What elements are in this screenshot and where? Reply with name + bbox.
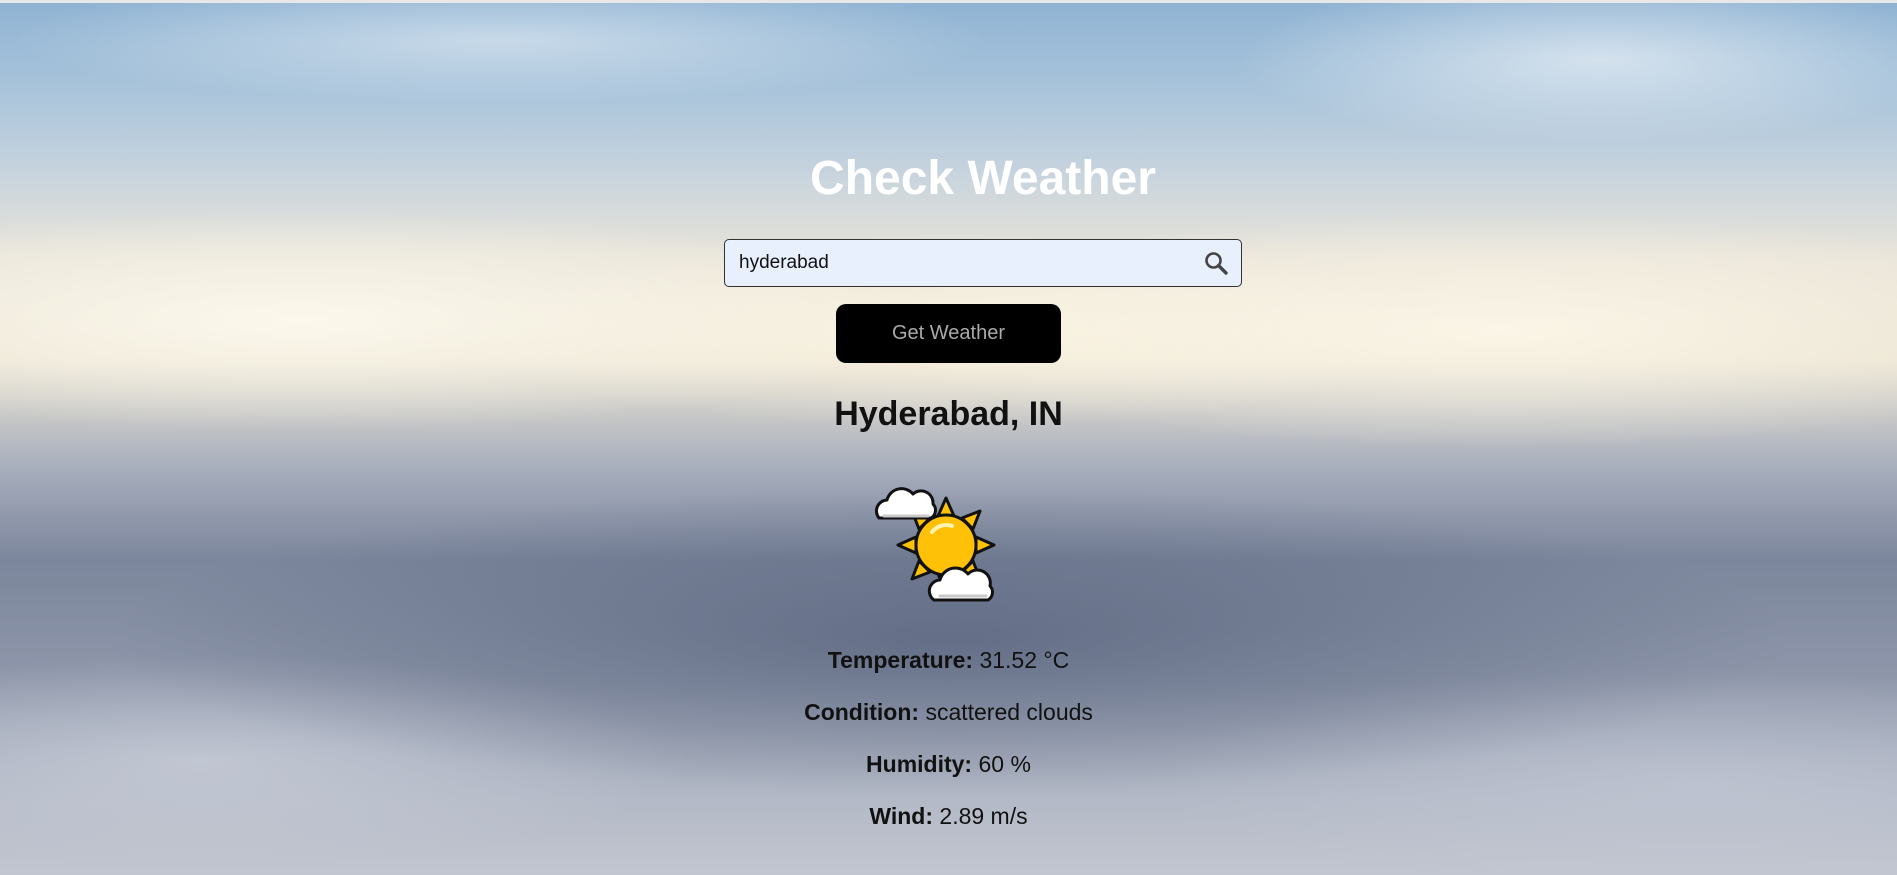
condition-row: Condition: scattered clouds <box>0 697 1897 727</box>
temperature-value: 31.52 °C <box>979 647 1070 673</box>
page-title: Check Weather <box>810 152 1156 205</box>
humidity-label: Humidity: <box>866 751 973 777</box>
search-bar <box>724 239 1242 287</box>
partly-cloudy-sun-icon <box>870 470 1022 610</box>
weather-container: Check Weather Get Weather Hyderabad, IN <box>0 0 1897 875</box>
get-weather-button[interactable]: Get Weather <box>836 304 1061 363</box>
search-icon[interactable] <box>1203 250 1229 276</box>
humidity-row: Humidity: 60 % <box>0 749 1897 779</box>
condition-value: scattered clouds <box>925 699 1093 725</box>
weather-app-page: Check Weather Get Weather Hyderabad, IN <box>0 0 1897 875</box>
humidity-value: 60 % <box>978 751 1031 777</box>
condition-label: Condition: <box>804 699 920 725</box>
wind-label: Wind: <box>869 803 934 829</box>
city-name: Hyderabad, IN <box>834 395 1063 433</box>
temperature-label: Temperature: <box>827 647 974 673</box>
wind-value: 2.89 m/s <box>939 803 1028 829</box>
city-search-input[interactable] <box>725 240 1165 286</box>
temperature-row: Temperature: 31.52 °C <box>0 645 1897 675</box>
wind-row: Wind: 2.89 m/s <box>0 801 1897 831</box>
